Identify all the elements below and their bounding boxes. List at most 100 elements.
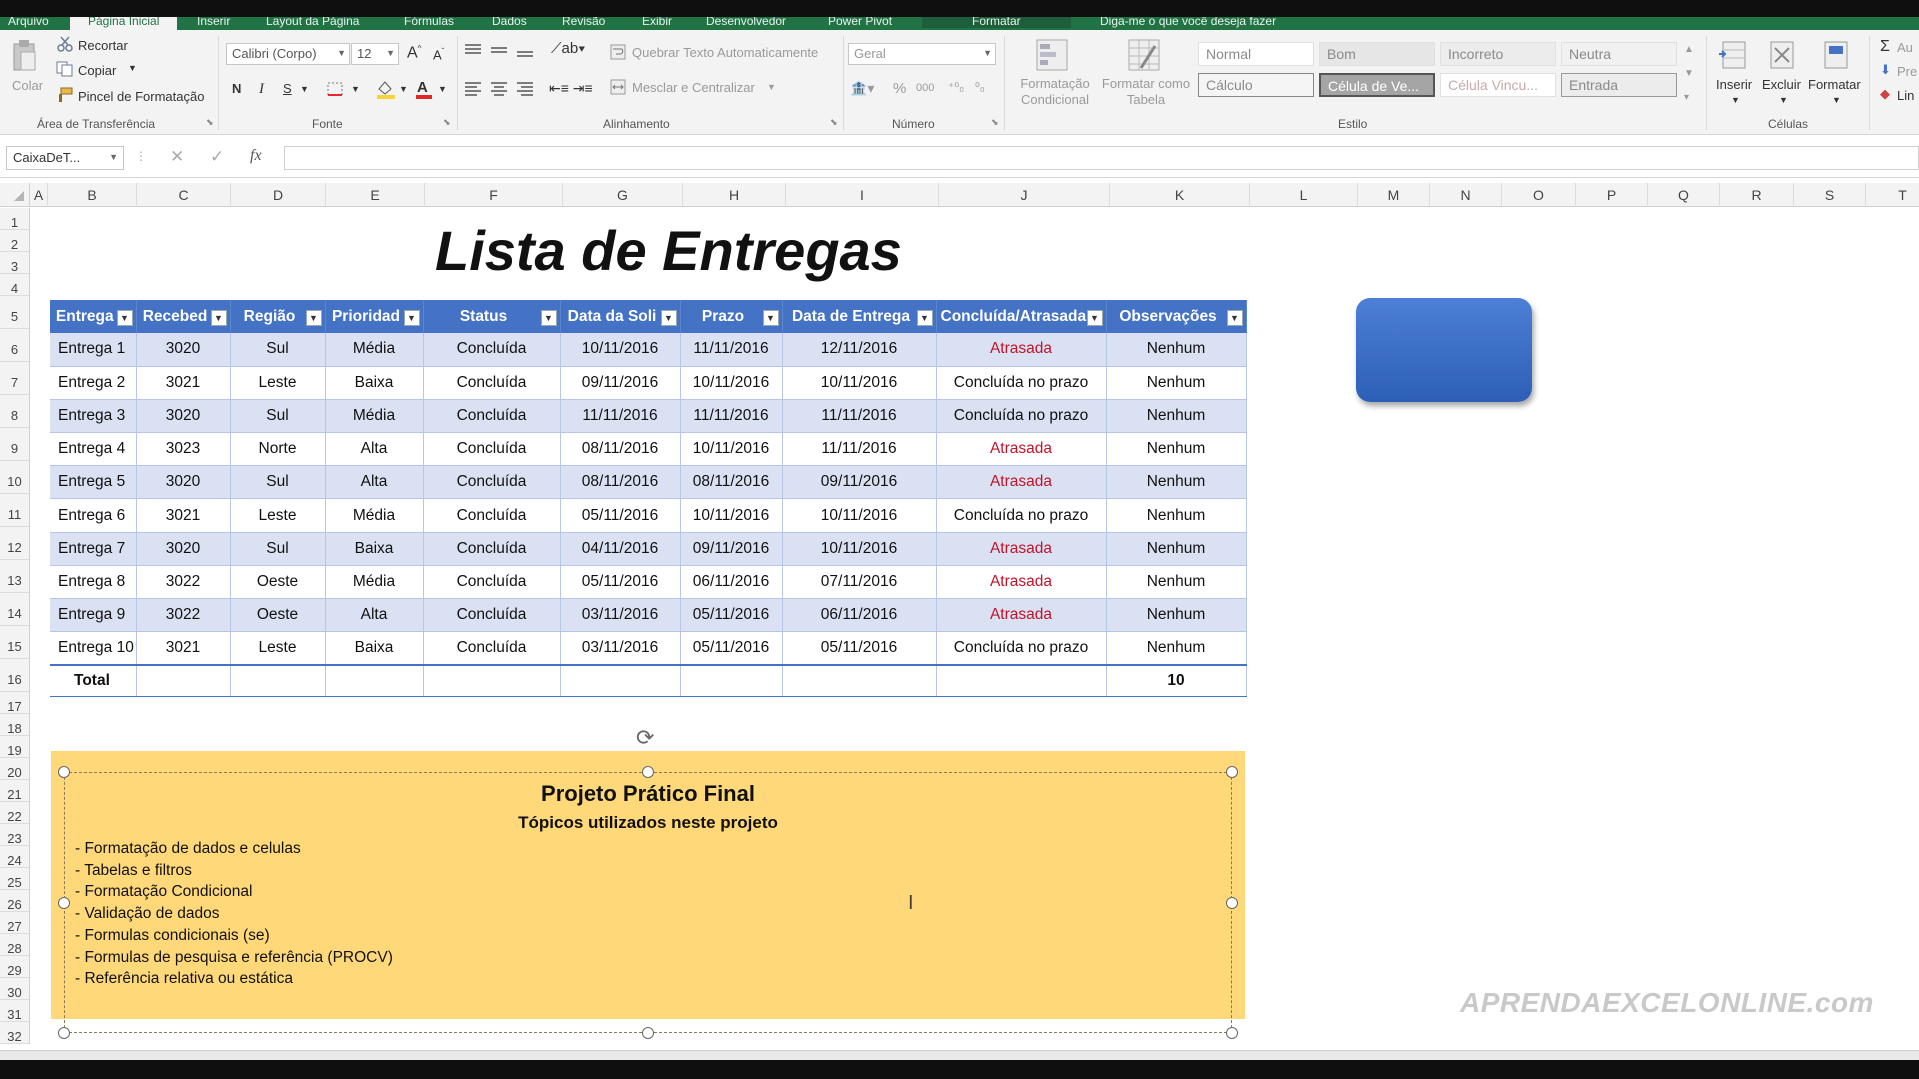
table-cell[interactable]: Concluída	[423, 432, 561, 467]
filter-dropdown-icon[interactable]: ▼	[210, 310, 227, 326]
cancel-icon[interactable]: ✕	[170, 147, 184, 167]
table-cell[interactable]: 05/11/2016	[782, 631, 937, 666]
table-cell[interactable]: 10/11/2016	[782, 366, 937, 400]
table-cell[interactable]: 09/11/2016	[680, 532, 783, 566]
table-header-cell[interactable]: Prazo ▼	[680, 300, 783, 333]
table-cell[interactable]	[560, 663, 681, 698]
autosum-icon[interactable]: Σ	[1880, 38, 1890, 56]
table-cell[interactable]: Atrasada	[936, 432, 1107, 467]
font-color-dropdown-icon[interactable]: ▼	[438, 84, 447, 94]
select-all-corner[interactable]	[0, 183, 30, 207]
row-header[interactable]: 6	[0, 329, 30, 362]
table-cell[interactable]: Atrasada	[936, 465, 1107, 500]
row-header[interactable]: 27	[0, 912, 30, 934]
table-cell[interactable]: 3021	[136, 366, 231, 400]
row-header[interactable]: 16	[0, 659, 30, 692]
format-painter-button[interactable]: Pincel de Formatação	[78, 89, 204, 104]
table-cell[interactable]: 05/11/2016	[680, 598, 783, 633]
delete-dropdown-icon[interactable]: ▼	[1779, 95, 1788, 105]
table-cell[interactable]: 3022	[136, 598, 231, 633]
borders-dropdown-icon[interactable]: ▼	[351, 84, 360, 94]
table-cell[interactable]: Concluída no prazo	[936, 366, 1107, 400]
resize-handle[interactable]	[1226, 1027, 1238, 1039]
table-cell[interactable]: Entrega 9	[50, 598, 137, 633]
resize-handle[interactable]	[1226, 897, 1238, 909]
column-header[interactable]: J	[939, 183, 1110, 207]
table-cell[interactable]: Atrasada	[936, 532, 1107, 566]
thousands-separator-icon[interactable]: 000	[916, 82, 934, 94]
table-header-cell[interactable]: Entrega ▼	[50, 300, 137, 333]
row-header[interactable]: 17	[0, 692, 30, 714]
table-cell[interactable]: Concluída no prazo	[936, 498, 1107, 533]
table-cell[interactable]: Entrega 4	[50, 432, 137, 467]
row-header[interactable]: 11	[0, 494, 30, 527]
table-cell[interactable]: Entrega 10	[50, 631, 137, 666]
borders-icon[interactable]	[326, 81, 346, 97]
insert-cells-button[interactable]: Inserir	[1716, 77, 1752, 92]
table-cell[interactable]: 04/11/2016	[560, 532, 681, 566]
table-cell[interactable]	[936, 663, 1107, 698]
table-cell[interactable]: 11/11/2016	[782, 432, 937, 467]
tab-insert[interactable]: Inserir	[197, 17, 230, 28]
row-header[interactable]: 12	[0, 527, 30, 560]
table-cell[interactable]: Entrega 5	[50, 465, 137, 500]
number-format-select[interactable]: Geral ▼	[848, 43, 996, 65]
table-cell[interactable]: Baixa	[325, 532, 424, 566]
font-size-select[interactable]: 12 ▼	[351, 43, 399, 65]
styles-scroll-arrows[interactable]: ▲ ▼ ▾	[1684, 38, 1694, 110]
format-as-table-button[interactable]: Formatar como Tabela	[1097, 76, 1195, 108]
tab-formulas[interactable]: Fórmulas	[404, 17, 454, 28]
tab-developer[interactable]: Desenvolvedor	[706, 17, 786, 28]
table-cell[interactable]: 03/11/2016	[560, 598, 681, 633]
filter-dropdown-icon[interactable]: ▼	[116, 310, 133, 326]
table-cell[interactable]: 3021	[136, 498, 231, 533]
tab-power-pivot[interactable]: Power Pivot	[828, 17, 892, 28]
table-header-cell[interactable]: Prioridad ▼	[325, 300, 424, 333]
autosum-button[interactable]: Au	[1897, 40, 1913, 55]
table-cell[interactable]: 3020	[136, 399, 231, 434]
column-header[interactable]: G	[563, 183, 683, 207]
tab-data[interactable]: Dados	[492, 17, 527, 28]
table-cell[interactable]: 3020	[136, 333, 231, 367]
font-launcher-icon[interactable]: ⬊	[443, 117, 451, 128]
column-header[interactable]: Q	[1648, 183, 1720, 207]
table-cell[interactable]: 07/11/2016	[782, 565, 937, 600]
tab-review[interactable]: Revisão	[562, 17, 605, 28]
table-cell[interactable]: Nenhum	[1106, 432, 1247, 467]
table-cell[interactable]: Sul	[230, 399, 326, 434]
filter-dropdown-icon[interactable]: ▼	[762, 310, 779, 326]
table-cell[interactable]: Atrasada	[936, 333, 1107, 367]
clear-button[interactable]: Lin	[1897, 88, 1914, 103]
row-header[interactable]: 22	[0, 802, 30, 824]
table-header-cell[interactable]: Recebed ▼	[136, 300, 231, 333]
row-header[interactable]: 5	[0, 296, 30, 329]
table-cell[interactable]: Oeste	[230, 565, 326, 600]
table-cell[interactable]: Sul	[230, 333, 326, 367]
table-cell[interactable]: 09/11/2016	[560, 366, 681, 400]
style-good[interactable]: Bom	[1319, 42, 1435, 66]
table-cell[interactable]: Nenhum	[1106, 399, 1247, 434]
row-header[interactable]: 32	[0, 1022, 30, 1044]
table-cell[interactable]: 05/11/2016	[680, 631, 783, 666]
table-cell[interactable]: Média	[325, 333, 424, 367]
table-cell[interactable]: Média	[325, 565, 424, 600]
row-header[interactable]: 26	[0, 890, 30, 912]
column-header[interactable]: O	[1502, 183, 1576, 207]
table-cell[interactable]: Concluída	[423, 498, 561, 533]
table-cell[interactable]: Entrega 8	[50, 565, 137, 600]
table-cell[interactable]: Concluída	[423, 399, 561, 434]
table-cell[interactable]: Nenhum	[1106, 465, 1247, 500]
sheet-tab-bar[interactable]	[0, 1050, 1919, 1060]
format-dropdown-icon[interactable]: ▼	[1832, 95, 1841, 105]
fill-button[interactable]: Pre	[1897, 64, 1917, 79]
tab-home[interactable]: Página Inicial	[70, 17, 178, 30]
table-header-cell[interactable]: Data de Entrega ▼	[782, 300, 937, 333]
style-normal[interactable]: Normal	[1198, 42, 1314, 66]
rotate-handle-icon[interactable]: ⟳	[636, 725, 654, 751]
filter-dropdown-icon[interactable]: ▼	[916, 310, 933, 326]
underline-button[interactable]: S	[283, 81, 292, 96]
underline-dropdown-icon[interactable]: ▼	[300, 84, 309, 94]
table-cell[interactable]: 09/11/2016	[782, 465, 937, 500]
table-cell[interactable]: Alta	[325, 598, 424, 633]
row-header[interactable]: 19	[0, 736, 30, 758]
